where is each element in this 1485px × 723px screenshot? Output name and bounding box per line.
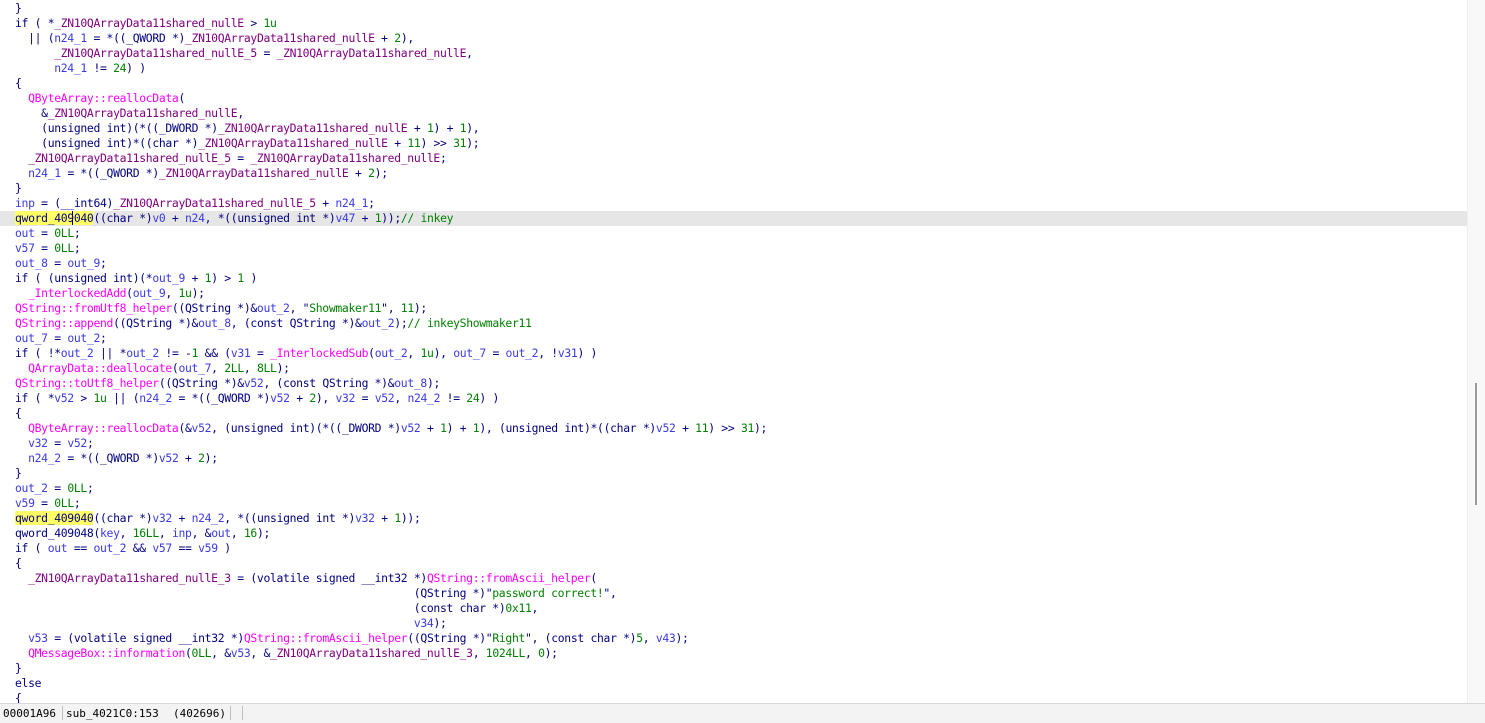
code-line[interactable]: out_8 = out_9; (15, 256, 107, 271)
status-location: sub_4021C0:153 (66, 707, 159, 720)
code-line[interactable]: (const char *)0x11, (15, 601, 539, 616)
code-line[interactable]: QString::fromUtf8_helper((QString *)&out… (15, 301, 427, 316)
code-line[interactable]: v57 = 0LL; (15, 241, 81, 256)
code-line[interactable]: QByteArray::reallocData(&v52, (unsigned … (15, 421, 767, 436)
code-line[interactable]: (unsigned int)(*((_DWORD *)_ZN10QArrayDa… (15, 121, 479, 136)
code-line[interactable]: out_7 = out_2; (15, 331, 107, 346)
code-line[interactable]: v53 = (volatile signed __int32 *)QString… (15, 631, 689, 646)
code-line[interactable]: _ZN10QArrayData11shared_nullE_5 = _ZN10Q… (15, 46, 473, 61)
code-line[interactable]: } (15, 181, 22, 196)
code-line[interactable]: n24_1 != 24) ) (15, 61, 146, 76)
code-line[interactable]: (unsigned int)*((char *)_ZN10QArrayData1… (15, 136, 479, 151)
code-line[interactable]: &_ZN10QArrayData11shared_nullE, (15, 106, 244, 121)
status-address: (402696) (173, 707, 226, 720)
code-line[interactable]: n24_1 = *((_QWORD *)_ZN10QArrayData11sha… (15, 166, 388, 181)
code-line[interactable]: if ( !*out_2 || *out_2 != -1 && (v31 = _… (15, 346, 597, 361)
code-line[interactable]: QMessageBox::information(0LL, &v53, &_ZN… (15, 646, 558, 661)
code-line[interactable]: v34); (15, 616, 447, 631)
code-line[interactable]: if ( *v52 > 1u || (n24_2 = *((_QWORD *)v… (15, 391, 499, 406)
vertical-scrollbar[interactable] (1467, 0, 1485, 703)
code-line[interactable]: QArrayData::deallocate(out_7, 2LL, 8LL); (15, 361, 290, 376)
code-line[interactable]: } (15, 466, 22, 481)
code-line[interactable]: out_2 = 0LL; (15, 481, 94, 496)
code-line[interactable]: { (15, 76, 22, 91)
code-line[interactable]: } (15, 1, 22, 16)
status-offset: 00001A96 (3, 707, 56, 720)
code-line[interactable]: (QString *)"password correct!", (15, 586, 617, 601)
code-line[interactable]: qword_409040((char *)v0 + n24, *((unsign… (15, 211, 454, 226)
code-line[interactable]: QString::append((QString *)&out_8, (cons… (15, 316, 532, 331)
code-line[interactable]: if ( *_ZN10QArrayData11shared_nullE > 1u (15, 16, 277, 31)
code-line[interactable]: _ZN10QArrayData11shared_nullE_5 = _ZN10Q… (15, 151, 447, 166)
code-line[interactable]: n24_2 = *((_QWORD *)v52 + 2); (15, 451, 218, 466)
code-line[interactable]: v59 = 0LL; (15, 496, 81, 511)
status-separator (62, 706, 63, 720)
status-separator (242, 706, 243, 720)
code-line[interactable]: qword_409048(key, 16LL, inp, &out, 16); (15, 526, 270, 541)
code-line[interactable]: QString::toUtf8_helper((QString *)&v52, … (15, 376, 440, 391)
text-caret (72, 211, 73, 225)
pseudocode-view[interactable]: } if ( *_ZN10QArrayData11shared_nullE > 1… (0, 0, 1467, 703)
code-line[interactable]: _InterlockedAdd(out_9, 1u); (15, 286, 205, 301)
status-bar: 00001A96 sub_4021C0:153 (402696) (0, 703, 1485, 723)
code-line[interactable]: v32 = v52; (15, 436, 94, 451)
code-line[interactable]: QByteArray::reallocData( (15, 91, 185, 106)
code-line[interactable]: qword_409040((char *)v32 + n24_2, *((uns… (15, 511, 421, 526)
vertical-scrollbar-thumb[interactable] (1475, 383, 1477, 505)
code-line[interactable]: { (15, 556, 22, 571)
code-line[interactable]: if ( (unsigned int)(*out_9 + 1) > 1 ) (15, 271, 257, 286)
code-line[interactable]: else (15, 676, 41, 691)
code-line[interactable]: if ( out == out_2 && v57 == v59 ) (15, 541, 231, 556)
code-line[interactable]: } (15, 661, 22, 676)
code-line[interactable]: inp = (__int64)_ZN10QArrayData11shared_n… (15, 196, 375, 211)
code-line[interactable]: _ZN10QArrayData11shared_nullE_3 = (volat… (15, 571, 597, 586)
status-separator (230, 706, 231, 720)
code-line[interactable]: || (n24_1 = *((_QWORD *)_ZN10QArrayData1… (15, 31, 414, 46)
code-line[interactable]: { (15, 406, 22, 421)
code-line[interactable]: { (15, 691, 22, 703)
code-line[interactable]: out = 0LL; (15, 226, 81, 241)
